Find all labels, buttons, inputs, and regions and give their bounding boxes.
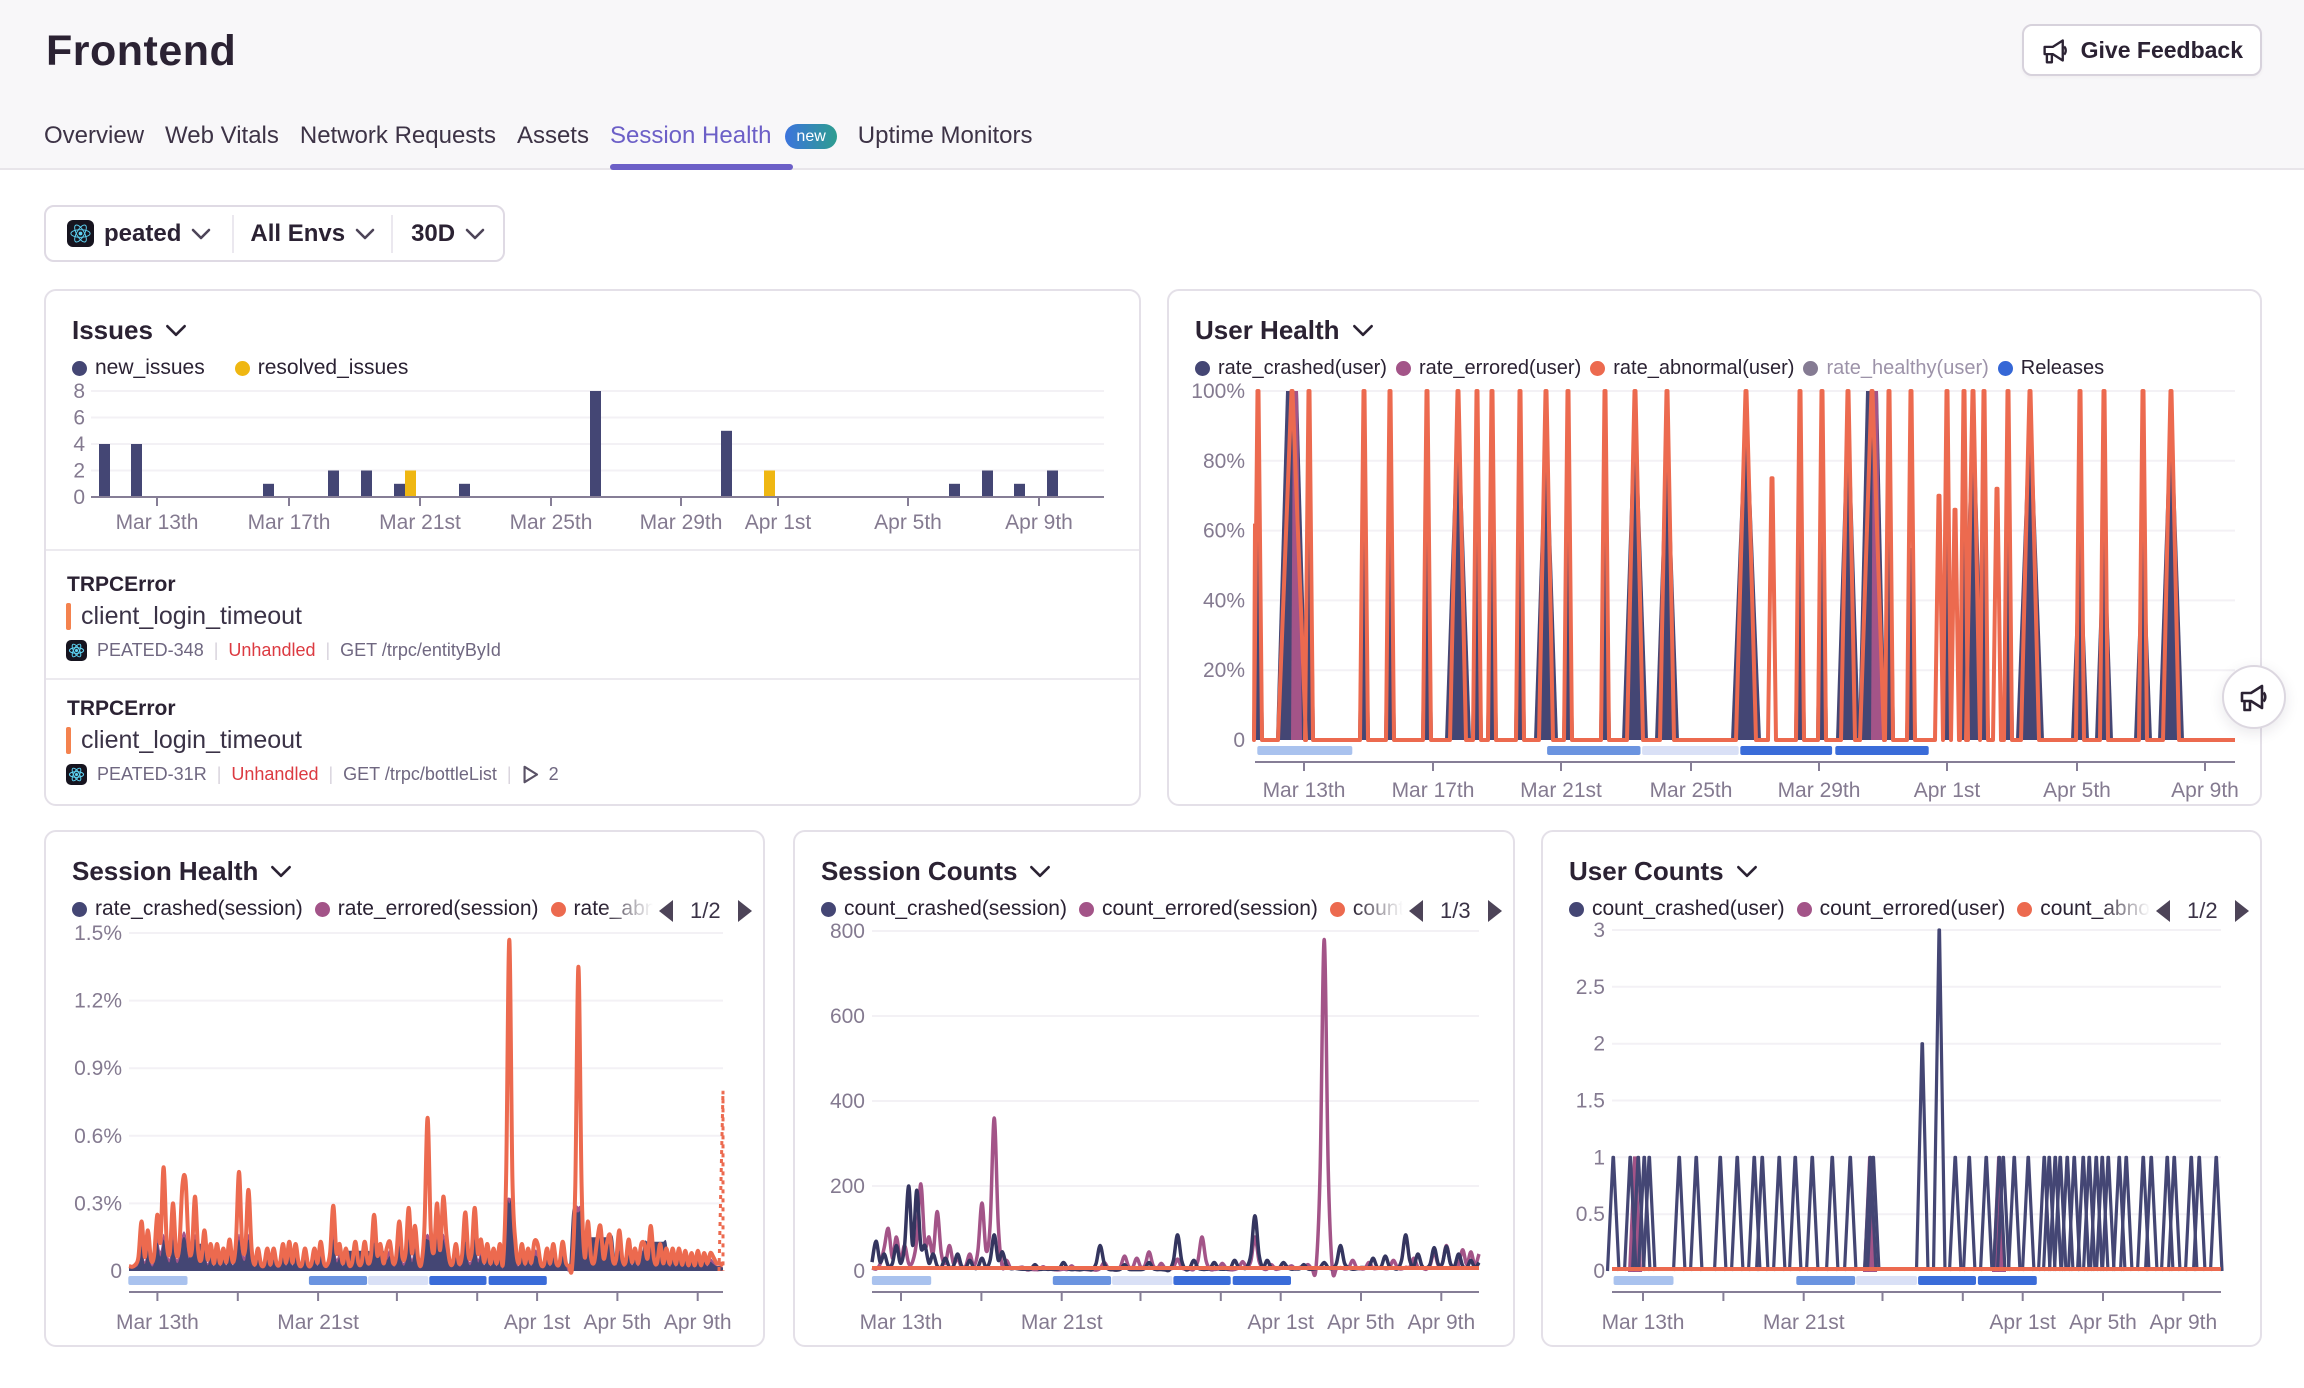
svg-text:Apr 5th: Apr 5th (2043, 779, 2111, 802)
svg-text:40%: 40% (1203, 589, 1245, 612)
svg-text:0: 0 (110, 1260, 122, 1283)
svg-text:Mar 13th: Mar 13th (116, 1311, 199, 1334)
svg-text:2: 2 (73, 460, 85, 483)
svg-text:400: 400 (830, 1090, 865, 1113)
svg-text:0.6%: 0.6% (74, 1125, 122, 1148)
svg-text:800: 800 (830, 920, 865, 943)
svg-text:6: 6 (73, 407, 85, 430)
svg-text:2: 2 (1593, 1033, 1605, 1056)
svg-text:Apr 1st: Apr 1st (1247, 1311, 1314, 1334)
svg-text:Apr 5th: Apr 5th (874, 511, 942, 534)
svg-text:Mar 17th: Mar 17th (248, 511, 331, 534)
svg-text:600: 600 (830, 1005, 865, 1028)
svg-text:60%: 60% (1203, 520, 1245, 543)
svg-text:Apr 9th: Apr 9th (2149, 1311, 2217, 1334)
svg-text:0: 0 (1233, 729, 1245, 752)
svg-text:Mar 13th: Mar 13th (1263, 779, 1346, 802)
svg-text:Apr 5th: Apr 5th (2069, 1311, 2137, 1334)
svg-text:Apr 9th: Apr 9th (1005, 511, 1073, 534)
svg-text:Apr 1st: Apr 1st (1989, 1311, 2056, 1334)
svg-text:Apr 9th: Apr 9th (2171, 779, 2239, 802)
svg-text:Apr 1st: Apr 1st (745, 511, 812, 534)
svg-text:Mar 13th: Mar 13th (860, 1311, 943, 1334)
svg-text:1.5: 1.5 (1576, 1090, 1605, 1113)
svg-text:0: 0 (1593, 1260, 1605, 1283)
svg-text:0: 0 (853, 1260, 865, 1283)
svg-text:1.5%: 1.5% (74, 922, 122, 945)
svg-text:Apr 9th: Apr 9th (1407, 1311, 1475, 1334)
svg-text:Mar 13th: Mar 13th (116, 511, 199, 534)
svg-text:3: 3 (1593, 919, 1605, 942)
svg-text:80%: 80% (1203, 450, 1245, 473)
svg-text:2.5: 2.5 (1576, 976, 1605, 999)
svg-text:Mar 21st: Mar 21st (379, 511, 461, 534)
svg-text:Apr 1st: Apr 1st (504, 1311, 571, 1334)
svg-text:1: 1 (1593, 1146, 1605, 1169)
svg-text:Mar 13th: Mar 13th (1602, 1311, 1685, 1334)
svg-text:Apr 5th: Apr 5th (584, 1311, 652, 1334)
svg-text:Mar 21st: Mar 21st (1021, 1311, 1103, 1334)
svg-text:Mar 25th: Mar 25th (510, 511, 593, 534)
svg-text:100%: 100% (1191, 380, 1245, 403)
svg-text:Apr 1st: Apr 1st (1914, 779, 1981, 802)
svg-text:8: 8 (73, 380, 85, 403)
svg-text:1.2%: 1.2% (74, 990, 122, 1013)
svg-text:Apr 5th: Apr 5th (1327, 1311, 1395, 1334)
svg-text:Mar 21st: Mar 21st (1520, 779, 1602, 802)
svg-text:0.3%: 0.3% (74, 1192, 122, 1215)
svg-text:Mar 29th: Mar 29th (1778, 779, 1861, 802)
svg-text:Mar 17th: Mar 17th (1392, 779, 1475, 802)
svg-text:0.5: 0.5 (1576, 1203, 1605, 1226)
svg-text:Mar 25th: Mar 25th (1650, 779, 1733, 802)
svg-text:4: 4 (73, 433, 85, 456)
svg-text:200: 200 (830, 1175, 865, 1198)
svg-text:Mar 21st: Mar 21st (1763, 1311, 1845, 1334)
svg-text:0.9%: 0.9% (74, 1057, 122, 1080)
svg-text:Apr 9th: Apr 9th (664, 1311, 732, 1334)
svg-text:Mar 21st: Mar 21st (277, 1311, 359, 1334)
svg-text:0: 0 (73, 486, 85, 509)
svg-text:Mar 29th: Mar 29th (640, 511, 723, 534)
svg-text:20%: 20% (1203, 659, 1245, 682)
